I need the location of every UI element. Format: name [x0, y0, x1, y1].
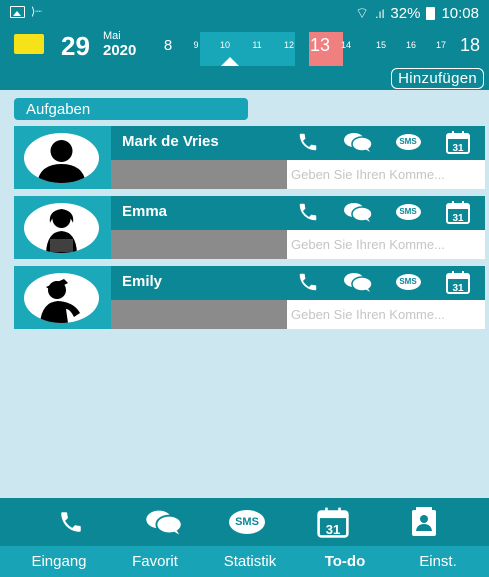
signal-icon: .ıl — [375, 6, 385, 21]
grey-bar — [111, 300, 287, 329]
card-main: Emily SMS 31 — [111, 266, 485, 329]
battery-percent: 32% — [390, 5, 421, 22]
day-16[interactable]: 16 — [398, 24, 424, 66]
avatar-box — [14, 266, 111, 329]
current-month: Mai — [103, 30, 121, 42]
calendar-number: 31 — [452, 213, 464, 224]
bottom-tabs: Eingang Favorit Statistik To-do Einst. — [0, 546, 489, 577]
day-17[interactable]: 17 — [428, 24, 454, 66]
date-header: 29 Mai 2020 8 9 10 11 12 13 14 15 16 17 … — [0, 24, 489, 66]
toolbar: Hinzufügen — [0, 66, 489, 90]
contact-card[interactable]: Mark de Vries SMS 31 — [14, 126, 485, 189]
day-9[interactable]: 9 — [186, 24, 206, 66]
section-title: Aufgaben — [14, 98, 248, 120]
day-8[interactable]: 8 — [155, 24, 181, 66]
phone-icon[interactable] — [283, 128, 333, 155]
comment-field[interactable] — [287, 160, 485, 189]
tab-statistik[interactable]: Statistik — [200, 546, 300, 577]
sms-icon[interactable]: SMS — [383, 128, 433, 155]
day-18[interactable]: 18 — [456, 24, 484, 66]
card-actions: SMS 31 — [283, 268, 483, 295]
chat-icon[interactable] — [333, 198, 383, 225]
card-main: Emma SMS 31 — [111, 196, 485, 259]
phone-icon[interactable] — [283, 198, 333, 225]
card-actions: SMS 31 — [283, 128, 483, 155]
sms-icon[interactable]: SMS — [383, 268, 433, 295]
avatar-box — [14, 126, 111, 189]
comment-field[interactable] — [287, 230, 485, 259]
current-year: 2020 — [103, 42, 137, 59]
sms-icon[interactable]: SMS — [198, 498, 296, 546]
avatar-box — [14, 196, 111, 259]
person-saluting-icon — [24, 273, 99, 323]
tab-favorit[interactable]: Favorit — [110, 546, 200, 577]
calendar-icon[interactable]: 31 — [433, 128, 483, 155]
tab-eingang[interactable]: Eingang — [14, 546, 104, 577]
week-strip: 8 9 10 11 12 13 14 15 16 17 18 — [150, 24, 489, 66]
calendar-icon[interactable]: 31 — [433, 268, 483, 295]
calendar-number: 31 — [326, 522, 341, 537]
day-14[interactable]: 14 — [336, 24, 356, 66]
comment-field[interactable] — [287, 300, 485, 329]
add-button[interactable]: Hinzufügen — [391, 68, 484, 89]
phone-icon[interactable] — [283, 268, 333, 295]
status-bar: ⟩┈ ⌔ .ıl 32% 10:08 — [0, 0, 489, 24]
calendar-number: 31 — [452, 143, 464, 154]
day-13[interactable]: 13 — [307, 24, 333, 66]
contact-name: Emma — [122, 203, 168, 220]
contact-name: Mark de Vries — [122, 133, 219, 150]
contact-card-icon[interactable] — [375, 498, 473, 546]
grey-bar — [111, 160, 287, 189]
clock: 10:08 — [441, 5, 479, 22]
chat-icon[interactable] — [333, 268, 383, 295]
tab-einstellungen[interactable]: Einst. — [392, 546, 484, 577]
battery-icon — [426, 7, 436, 20]
calendar-icon[interactable]: 31 — [433, 198, 483, 225]
contact-name: Emily — [122, 273, 163, 290]
man-silhouette-icon — [24, 133, 99, 183]
color-marker[interactable] — [14, 34, 44, 54]
tab-todo[interactable]: To-do — [300, 546, 390, 577]
current-day: 29 — [61, 31, 90, 61]
contact-card[interactable]: Emily SMS 31 — [14, 266, 485, 329]
woman-laptop-icon — [24, 203, 99, 253]
wifi-icon: ⌔ — [354, 5, 370, 22]
signal-notice-icon: ⟩┈ — [31, 6, 42, 18]
selected-day-pointer — [221, 57, 239, 66]
day-12[interactable]: 12 — [276, 24, 302, 66]
contact-card[interactable]: Emma SMS 31 — [14, 196, 485, 259]
grey-bar — [111, 230, 287, 259]
calendar-icon[interactable]: 31 — [284, 498, 382, 546]
card-actions: SMS 31 — [283, 198, 483, 225]
phone-icon[interactable] — [22, 498, 120, 546]
day-11[interactable]: 11 — [244, 24, 270, 66]
sms-icon[interactable]: SMS — [383, 198, 433, 225]
calendar-number: 31 — [452, 283, 464, 294]
chat-icon[interactable] — [333, 128, 383, 155]
gallery-icon — [10, 5, 25, 18]
day-15[interactable]: 15 — [368, 24, 394, 66]
card-main: Mark de Vries SMS 31 — [111, 126, 485, 189]
bottom-icon-bar: SMS 31 — [0, 498, 489, 546]
